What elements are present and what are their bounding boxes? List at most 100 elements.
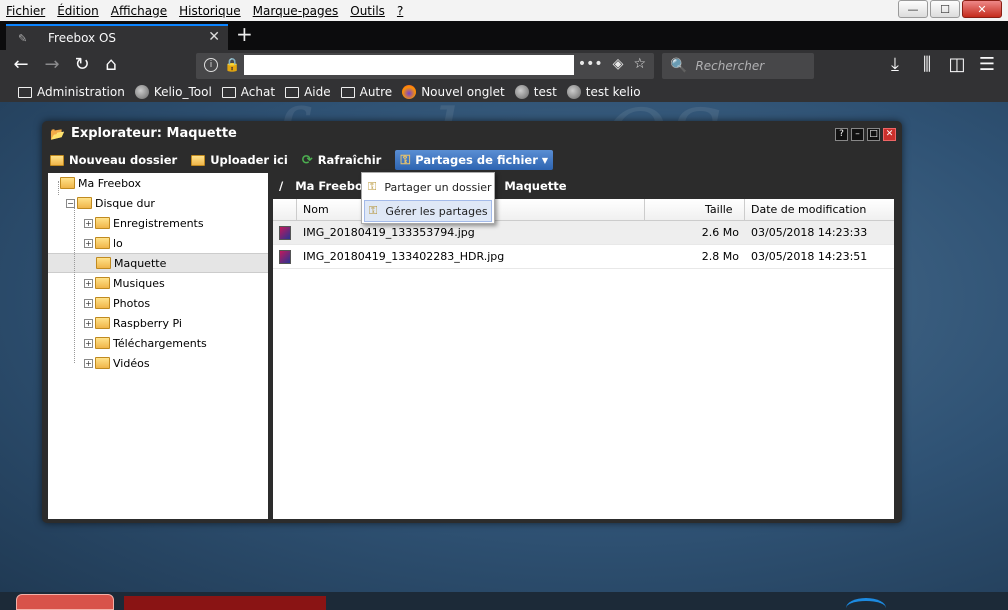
expand-icon[interactable]: + — [84, 338, 93, 348]
expand-icon[interactable]: + — [84, 298, 93, 308]
page-actions-icon[interactable]: ••• — [578, 56, 603, 72]
new-folder-button[interactable]: Nouveau dossier — [50, 153, 177, 167]
bookmark-test[interactable]: test — [514, 85, 557, 99]
explorer-close-button[interactable]: ✕ — [883, 128, 896, 141]
bookmark-administration[interactable]: Administration — [18, 85, 125, 99]
upload-folder-icon — [191, 154, 206, 166]
search-icon: 🔍 — [670, 58, 688, 74]
file-size: 2.8 Mo — [701, 250, 739, 263]
tree-node-maquette[interactable]: Maquette — [96, 253, 166, 273]
minimize-button[interactable]: — — [898, 0, 928, 18]
tree-node-videos[interactable]: + Vidéos — [84, 353, 150, 373]
refresh-button[interactable]: ⟳ Rafraîchir — [302, 153, 382, 168]
column-size[interactable]: Taille — [645, 198, 745, 221]
folder-icon — [77, 197, 92, 209]
folder-icon — [221, 86, 236, 98]
home-icon[interactable]: ⌂ — [100, 54, 122, 75]
downloads-icon[interactable]: ⤓ — [884, 54, 906, 75]
menu-historique[interactable]: Historique — [173, 4, 247, 18]
bookmark-aide[interactable]: Aide — [285, 85, 331, 99]
file-pane: / Ma Freebox Maquette Nom Taille Date de… — [273, 173, 894, 519]
menu-item-manage-shares[interactable]: ⚿ Gérer les partages — [364, 200, 492, 222]
bookmark-test-kelio[interactable]: test kelio — [566, 85, 641, 99]
nav-bar: ← → ↻ ⌂ i 🔒 ••• ◈ ☆ 🔍 ⤓ ⫼ ◫ ☰ — [0, 50, 1008, 82]
menu-edition[interactable]: Édition — [51, 4, 105, 18]
column-modified[interactable]: Date de modification — [745, 199, 894, 221]
expand-icon[interactable]: + — [84, 218, 93, 228]
menu-item-share-folder[interactable]: ⚿ Partager un dossier — [364, 176, 492, 198]
globe-icon — [566, 85, 581, 99]
back-icon[interactable]: ← — [10, 54, 32, 75]
breadcrumb-ma-freebox[interactable]: Ma Freebox — [295, 179, 370, 193]
file-row[interactable]: IMG_20180419_133353794.jpg 2.6 Mo 03/05/… — [273, 221, 894, 245]
tree-node-enregistrements[interactable]: + Enregistrements — [84, 213, 204, 233]
breadcrumb-root[interactable]: / — [279, 179, 283, 193]
search-bar: 🔍 — [662, 53, 814, 79]
image-file-icon — [279, 225, 291, 240]
file-name: IMG_20180419_133353794.jpg — [303, 226, 475, 239]
expand-icon[interactable]: + — [84, 278, 93, 288]
folder-icon — [95, 337, 110, 349]
explorer-maximize-button[interactable]: □ — [867, 128, 880, 141]
globe-icon — [134, 85, 149, 99]
file-row[interactable]: IMG_20180419_133402283_HDR.jpg 2.8 Mo 03… — [273, 245, 894, 269]
folder-icon — [95, 297, 110, 309]
tree-node-photos[interactable]: + Photos — [84, 293, 150, 313]
taskbar-item[interactable] — [846, 598, 886, 610]
tab-title: Freebox OS — [48, 31, 117, 45]
file-shares-button[interactable]: ⚿ Partages de fichier ▼ — [395, 150, 554, 170]
folder-icon — [95, 237, 110, 249]
folder-icon — [95, 357, 110, 369]
tree-node-disque-dur[interactable]: − Disque dur — [66, 193, 155, 213]
refresh-icon: ⟳ — [301, 152, 313, 168]
breadcrumb-maquette[interactable]: Maquette — [504, 179, 566, 193]
header-icon-column — [273, 198, 297, 221]
expand-icon[interactable]: + — [84, 318, 93, 328]
tree-node-raspberry-pi[interactable]: + Raspberry Pi — [84, 313, 182, 333]
expand-icon[interactable]: + — [84, 238, 93, 248]
hamburger-menu-icon[interactable]: ☰ — [976, 54, 998, 75]
folder-tree: Ma Freebox − Disque dur + Enregistrements … — [48, 173, 268, 519]
menu-affichage[interactable]: Affichage — [105, 4, 173, 18]
library-icon[interactable]: ⫼ — [916, 54, 938, 75]
tree-node-telechargements[interactable]: + Téléchargements — [84, 333, 207, 353]
explorer-title: 📂 Explorateur: Maquette — [50, 126, 237, 141]
menu-marque-pages[interactable]: Marque-pages — [247, 4, 345, 18]
maximize-button[interactable]: ☐ — [930, 0, 960, 18]
taskbar-item[interactable] — [124, 596, 326, 610]
expand-icon[interactable]: + — [84, 358, 93, 368]
taskbar-item[interactable] — [16, 594, 114, 610]
info-icon[interactable]: i — [204, 58, 218, 72]
close-window-button[interactable]: ✕ — [962, 0, 1002, 18]
search-input[interactable] — [695, 59, 806, 73]
tab-freebox-os[interactable]: ✎ Freebox OS ✕ — [6, 24, 228, 50]
bookmark-nouvel-onglet[interactable]: Nouvel onglet — [402, 85, 505, 99]
sidebar-icon[interactable]: ◫ — [946, 54, 968, 75]
reload-icon[interactable]: ↻ — [71, 54, 93, 75]
folder-icon — [95, 217, 110, 229]
forward-icon[interactable]: → — [41, 54, 63, 75]
menu-aide[interactable]: ? — [391, 4, 409, 18]
pocket-icon[interactable]: ◈ — [613, 56, 624, 72]
tree-line — [58, 181, 59, 195]
bookmark-autre[interactable]: Autre — [340, 85, 392, 99]
menu-fichier[interactable]: Fichier — [0, 4, 51, 18]
tree-node-lo[interactable]: + lo — [84, 233, 123, 253]
image-file-icon — [279, 249, 291, 264]
url-input[interactable] — [244, 55, 574, 75]
folder-icon — [96, 257, 111, 269]
bookmark-star-icon[interactable]: ☆ — [633, 56, 646, 72]
explorer-minimize-button[interactable]: – — [851, 128, 864, 141]
menu-outils[interactable]: Outils — [344, 4, 391, 18]
bookmark-achat[interactable]: Achat — [221, 85, 275, 99]
folder-icon — [95, 317, 110, 329]
tree-node-musiques[interactable]: + Musiques — [84, 273, 165, 293]
tab-strip: ✎ Freebox OS ✕ + — [0, 21, 1008, 50]
new-tab-button[interactable]: + — [236, 22, 253, 46]
upload-here-button[interactable]: Uploader ici — [191, 153, 288, 167]
bookmark-kelio-tool[interactable]: Kelio_Tool — [134, 85, 212, 99]
collapse-icon[interactable]: − — [66, 198, 75, 208]
tab-close-icon[interactable]: ✕ — [208, 29, 220, 45]
help-button[interactable]: ? — [835, 128, 848, 141]
tree-node-ma-freebox[interactable]: Ma Freebox — [60, 173, 141, 193]
